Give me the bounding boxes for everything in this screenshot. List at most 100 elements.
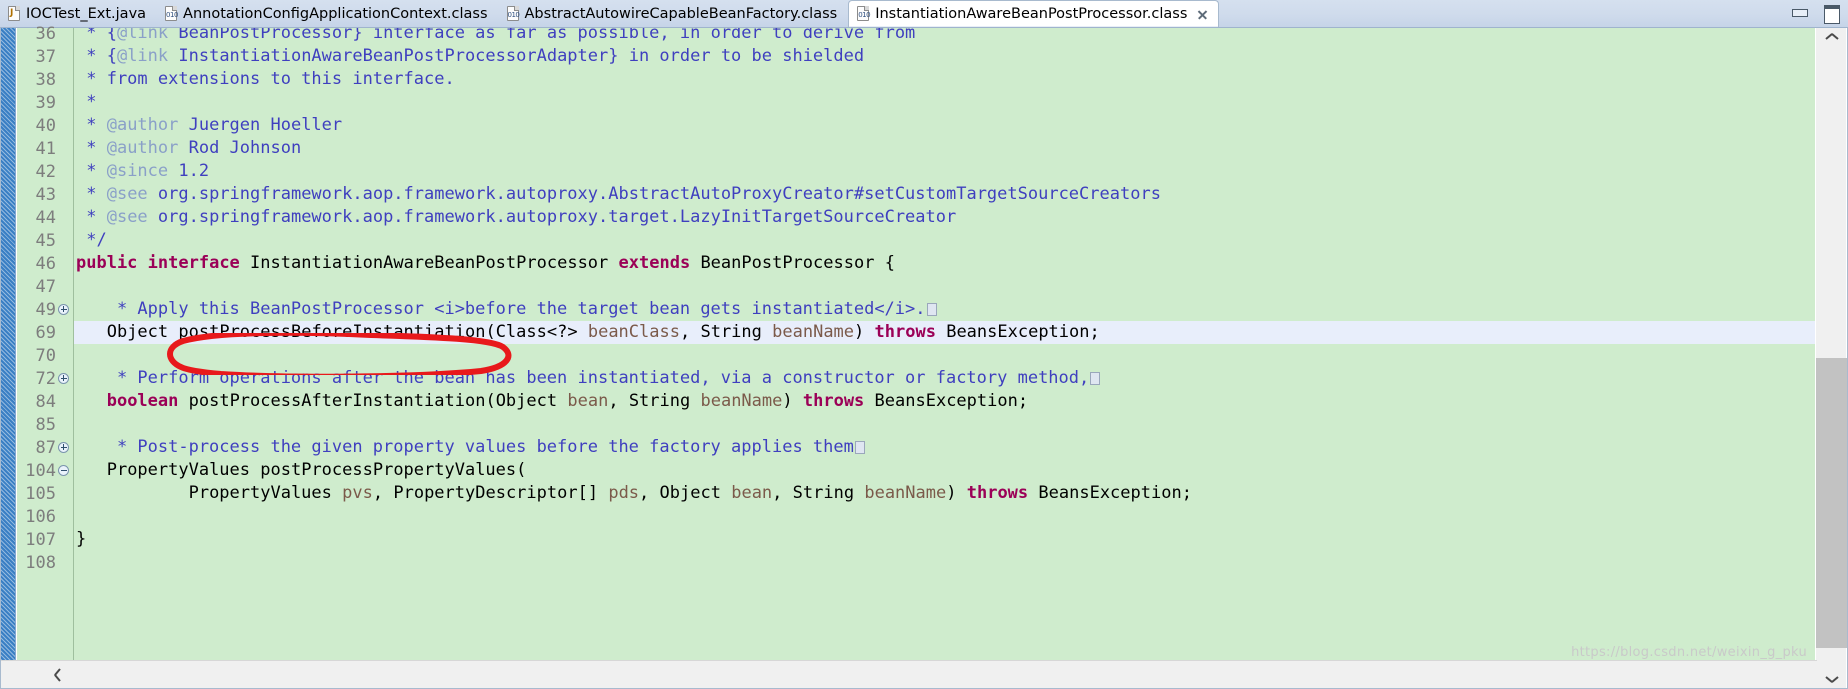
- editor-tab-label: IOCTest_Ext.java: [26, 6, 147, 22]
- code-line[interactable]: boolean postProcessAfterInstantiation(Ob…: [74, 390, 1815, 413]
- class-file-icon: 010: [164, 6, 178, 22]
- code-line[interactable]: * Apply this BeanPostProcessor <i>before…: [74, 298, 1815, 321]
- fold-expand-icon[interactable]: [57, 303, 71, 317]
- fold-expand-icon[interactable]: [57, 372, 71, 386]
- code-line[interactable]: *: [74, 91, 1815, 114]
- line-number: 37: [35, 46, 56, 67]
- scroll-up-button[interactable]: [1816, 28, 1847, 50]
- watermark: https://blog.csdn.net/weixin_g_pku: [1571, 645, 1807, 660]
- line-number-row: 84: [17, 390, 73, 413]
- line-number-row: 40: [17, 114, 73, 137]
- editor-tab-bar: J IOCTest_Ext.java 010 AnnotationConfigA…: [0, 0, 1848, 28]
- code-line[interactable]: * Perform operations after the bean has …: [74, 367, 1815, 390]
- line-number: 42: [35, 161, 56, 182]
- line-number: 70: [35, 345, 56, 366]
- chevron-down-icon: [1826, 674, 1838, 681]
- code-text-area[interactable]: * {@link BeanPostProcessor} interface as…: [74, 28, 1815, 660]
- vertical-scrollbar-thumb[interactable]: [1816, 358, 1847, 648]
- code-line[interactable]: * {@link InstantiationAwareBeanPostProce…: [74, 45, 1815, 68]
- editor-tab-label: InstantiationAwareBeanPostProcessor.clas…: [875, 6, 1188, 22]
- line-number: 36: [35, 23, 56, 44]
- line-number-row: 69: [17, 321, 73, 344]
- code-line[interactable]: * @since 1.2: [74, 160, 1815, 183]
- line-number-gutter: 36 37 38 39 40 41 42 43 44 45 46 47 49 69 70 72 84 85 87 10…: [17, 24, 73, 660]
- class-file-icon: 010: [506, 6, 520, 22]
- line-number-row: 70: [17, 344, 73, 367]
- fold-expand-icon[interactable]: [57, 441, 71, 455]
- scroll-down-button[interactable]: [1816, 666, 1847, 688]
- line-number-row: 105: [17, 482, 73, 505]
- editor-tab-abstractautowirecapablebeanfactory-class[interactable]: 010 AbstractAutowireCapableBeanFactory.c…: [499, 1, 847, 27]
- code-line[interactable]: * @author Rod Johnson: [74, 137, 1815, 160]
- fold-collapse-icon[interactable]: [57, 464, 71, 478]
- line-number-row: 47: [17, 275, 73, 298]
- code-line[interactable]: [74, 344, 1815, 367]
- line-number: 38: [35, 69, 56, 90]
- code-line[interactable]: [74, 505, 1815, 528]
- line-number: 108: [25, 552, 56, 573]
- line-number-row: 49: [17, 298, 73, 321]
- line-number: 45: [35, 230, 56, 251]
- line-number-row: 45: [17, 229, 73, 252]
- line-number-row: 42: [17, 160, 73, 183]
- line-number: 107: [25, 529, 56, 550]
- code-line[interactable]: */: [74, 229, 1815, 252]
- line-number-row: 41: [17, 137, 73, 160]
- line-number-row: 107: [17, 528, 73, 551]
- code-line[interactable]: [74, 275, 1815, 298]
- line-number-row: 39: [17, 91, 73, 114]
- class-file-icon: 010: [856, 6, 871, 22]
- java-file-icon: J: [7, 6, 21, 22]
- line-number: 46: [35, 253, 56, 274]
- line-number-row: 36: [17, 22, 73, 45]
- horizontal-scrollbar[interactable]: [1, 660, 1817, 688]
- code-editor: 36 37 38 39 40 41 42 43 44 45 46 47 49 69 70 72 84 85 87 10…: [0, 24, 1848, 689]
- line-number: 104: [25, 460, 56, 481]
- eclipse-editor-window: J IOCTest_Ext.java 010 AnnotationConfigA…: [0, 0, 1848, 689]
- line-number: 49: [35, 299, 56, 320]
- annotation-ruler[interactable]: [1, 28, 16, 660]
- line-number-row: 87: [17, 436, 73, 459]
- line-number: 47: [35, 276, 56, 297]
- chevron-left-icon: [57, 669, 64, 681]
- code-line[interactable]: * @see org.springframework.aop.framework…: [74, 206, 1815, 229]
- code-line[interactable]: * {@link BeanPostProcessor} interface as…: [74, 28, 1815, 45]
- vertical-scrollbar[interactable]: [1815, 28, 1847, 688]
- code-line[interactable]: * @see org.springframework.aop.framework…: [74, 183, 1815, 206]
- close-icon[interactable]: [1196, 8, 1209, 21]
- line-number-row: 72: [17, 367, 73, 390]
- line-number-row: 108: [17, 551, 73, 574]
- code-line[interactable]: * Post-process the given property values…: [74, 436, 1815, 459]
- code-line[interactable]: Object postProcessBeforeInstantiation(Cl…: [74, 321, 1815, 344]
- line-number-row: 106: [17, 505, 73, 528]
- editor-tab-annotationconfigapplicationcontext-class[interactable]: 010 AnnotationConfigApplicationContext.c…: [157, 1, 496, 27]
- line-number: 41: [35, 138, 56, 159]
- line-number: 44: [35, 207, 56, 228]
- code-line[interactable]: PropertyValues pvs, PropertyDescriptor[]…: [74, 482, 1815, 505]
- code-line[interactable]: public interface InstantiationAwareBeanP…: [74, 252, 1815, 275]
- line-number-row: 43: [17, 183, 73, 206]
- code-line[interactable]: PropertyValues postProcessPropertyValues…: [74, 459, 1815, 482]
- scroll-left-button[interactable]: [49, 661, 71, 688]
- maximize-icon[interactable]: [1822, 4, 1840, 24]
- code-line[interactable]: * @author Juergen Hoeller: [74, 114, 1815, 137]
- line-number: 87: [35, 437, 56, 458]
- line-number: 105: [25, 483, 56, 504]
- editor-tab-label: AnnotationConfigApplicationContext.class: [183, 6, 488, 22]
- line-number: 39: [35, 92, 56, 113]
- line-number: 106: [25, 506, 56, 527]
- code-line[interactable]: }: [74, 528, 1815, 551]
- code-line[interactable]: [74, 413, 1815, 436]
- line-number-row: 38: [17, 68, 73, 91]
- editor-tab-instantiationawarebeanpostprocessor-class[interactable]: 010 InstantiationAwareBeanPostProcessor.…: [848, 0, 1220, 27]
- line-number-row: 104: [17, 459, 73, 482]
- editor-tab-label: AbstractAutowireCapableBeanFactory.class: [524, 6, 838, 22]
- line-number: 69: [35, 322, 56, 343]
- line-number-row: 46: [17, 252, 73, 275]
- line-number-row: 37: [17, 45, 73, 68]
- line-number: 40: [35, 115, 56, 136]
- chevron-up-icon: [1826, 36, 1838, 43]
- code-line[interactable]: [74, 551, 1815, 574]
- code-line[interactable]: * from extensions to this interface.: [74, 68, 1815, 91]
- minimize-icon[interactable]: [1790, 4, 1808, 20]
